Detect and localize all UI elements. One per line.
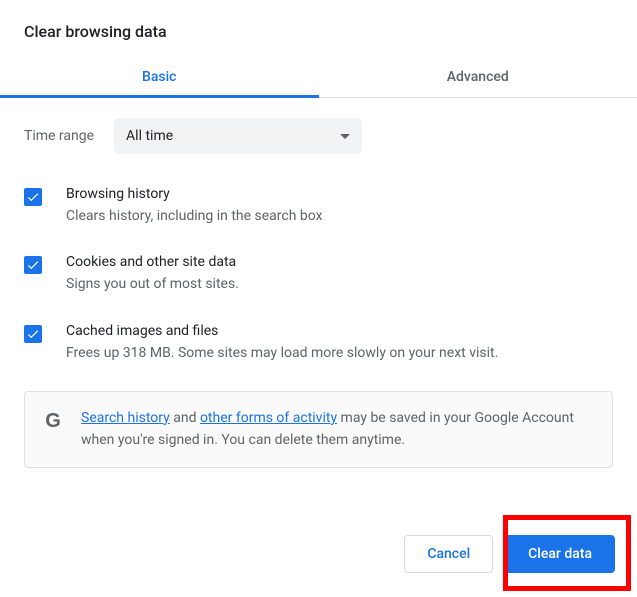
option-title: Cookies and other site data (66, 254, 613, 270)
tab-advanced[interactable]: Advanced (319, 59, 637, 97)
dialog-body: Time range All time Browsing history Cle… (0, 98, 637, 468)
check-icon (26, 190, 40, 204)
google-account-info: G Search history and other forms of acti… (24, 391, 613, 468)
option-text: Cookies and other site data Signs you ou… (66, 254, 613, 294)
tab-label: Basic (142, 69, 176, 85)
option-desc: Signs you out of most sites. (66, 274, 613, 294)
checkbox-cookies[interactable] (24, 256, 42, 274)
google-g-icon: G (43, 410, 63, 433)
option-text: Browsing history Clears history, includi… (66, 186, 613, 226)
option-desc: Frees up 318 MB. Some sites may load mor… (66, 343, 613, 363)
button-label: Cancel (427, 546, 470, 562)
time-range-select[interactable]: All time (114, 118, 362, 154)
other-activity-link[interactable]: other forms of activity (200, 410, 337, 426)
time-range-row: Time range All time (24, 118, 613, 154)
clear-browsing-data-dialog: Clear browsing data Basic Advanced Time … (0, 0, 637, 468)
checkbox-browsing-history[interactable] (24, 188, 42, 206)
chevron-down-icon (340, 134, 350, 139)
tab-bar: Basic Advanced (0, 59, 637, 98)
time-range-label: Time range (24, 128, 94, 144)
tab-basic[interactable]: Basic (0, 59, 319, 97)
clear-data-button[interactable]: Clear data (505, 535, 615, 573)
dialog-footer: Cancel Clear data (404, 535, 615, 573)
option-cache: Cached images and files Frees up 318 MB.… (24, 323, 613, 363)
option-text: Cached images and files Frees up 318 MB.… (66, 323, 613, 363)
option-browsing-history: Browsing history Clears history, includi… (24, 186, 613, 226)
cancel-button[interactable]: Cancel (404, 535, 493, 573)
option-title: Browsing history (66, 186, 613, 202)
search-history-link[interactable]: Search history (81, 410, 170, 426)
button-label: Clear data (528, 546, 592, 562)
time-range-value: All time (126, 128, 173, 144)
info-text-part: and (170, 410, 200, 426)
option-title: Cached images and files (66, 323, 613, 339)
option-cookies: Cookies and other site data Signs you ou… (24, 254, 613, 294)
tab-label: Advanced (447, 69, 509, 85)
check-icon (26, 327, 40, 341)
info-text: Search history and other forms of activi… (81, 408, 594, 451)
option-desc: Clears history, including in the search … (66, 206, 613, 226)
dialog-title: Clear browsing data (0, 0, 637, 59)
checkbox-cache[interactable] (24, 325, 42, 343)
check-icon (26, 258, 40, 272)
